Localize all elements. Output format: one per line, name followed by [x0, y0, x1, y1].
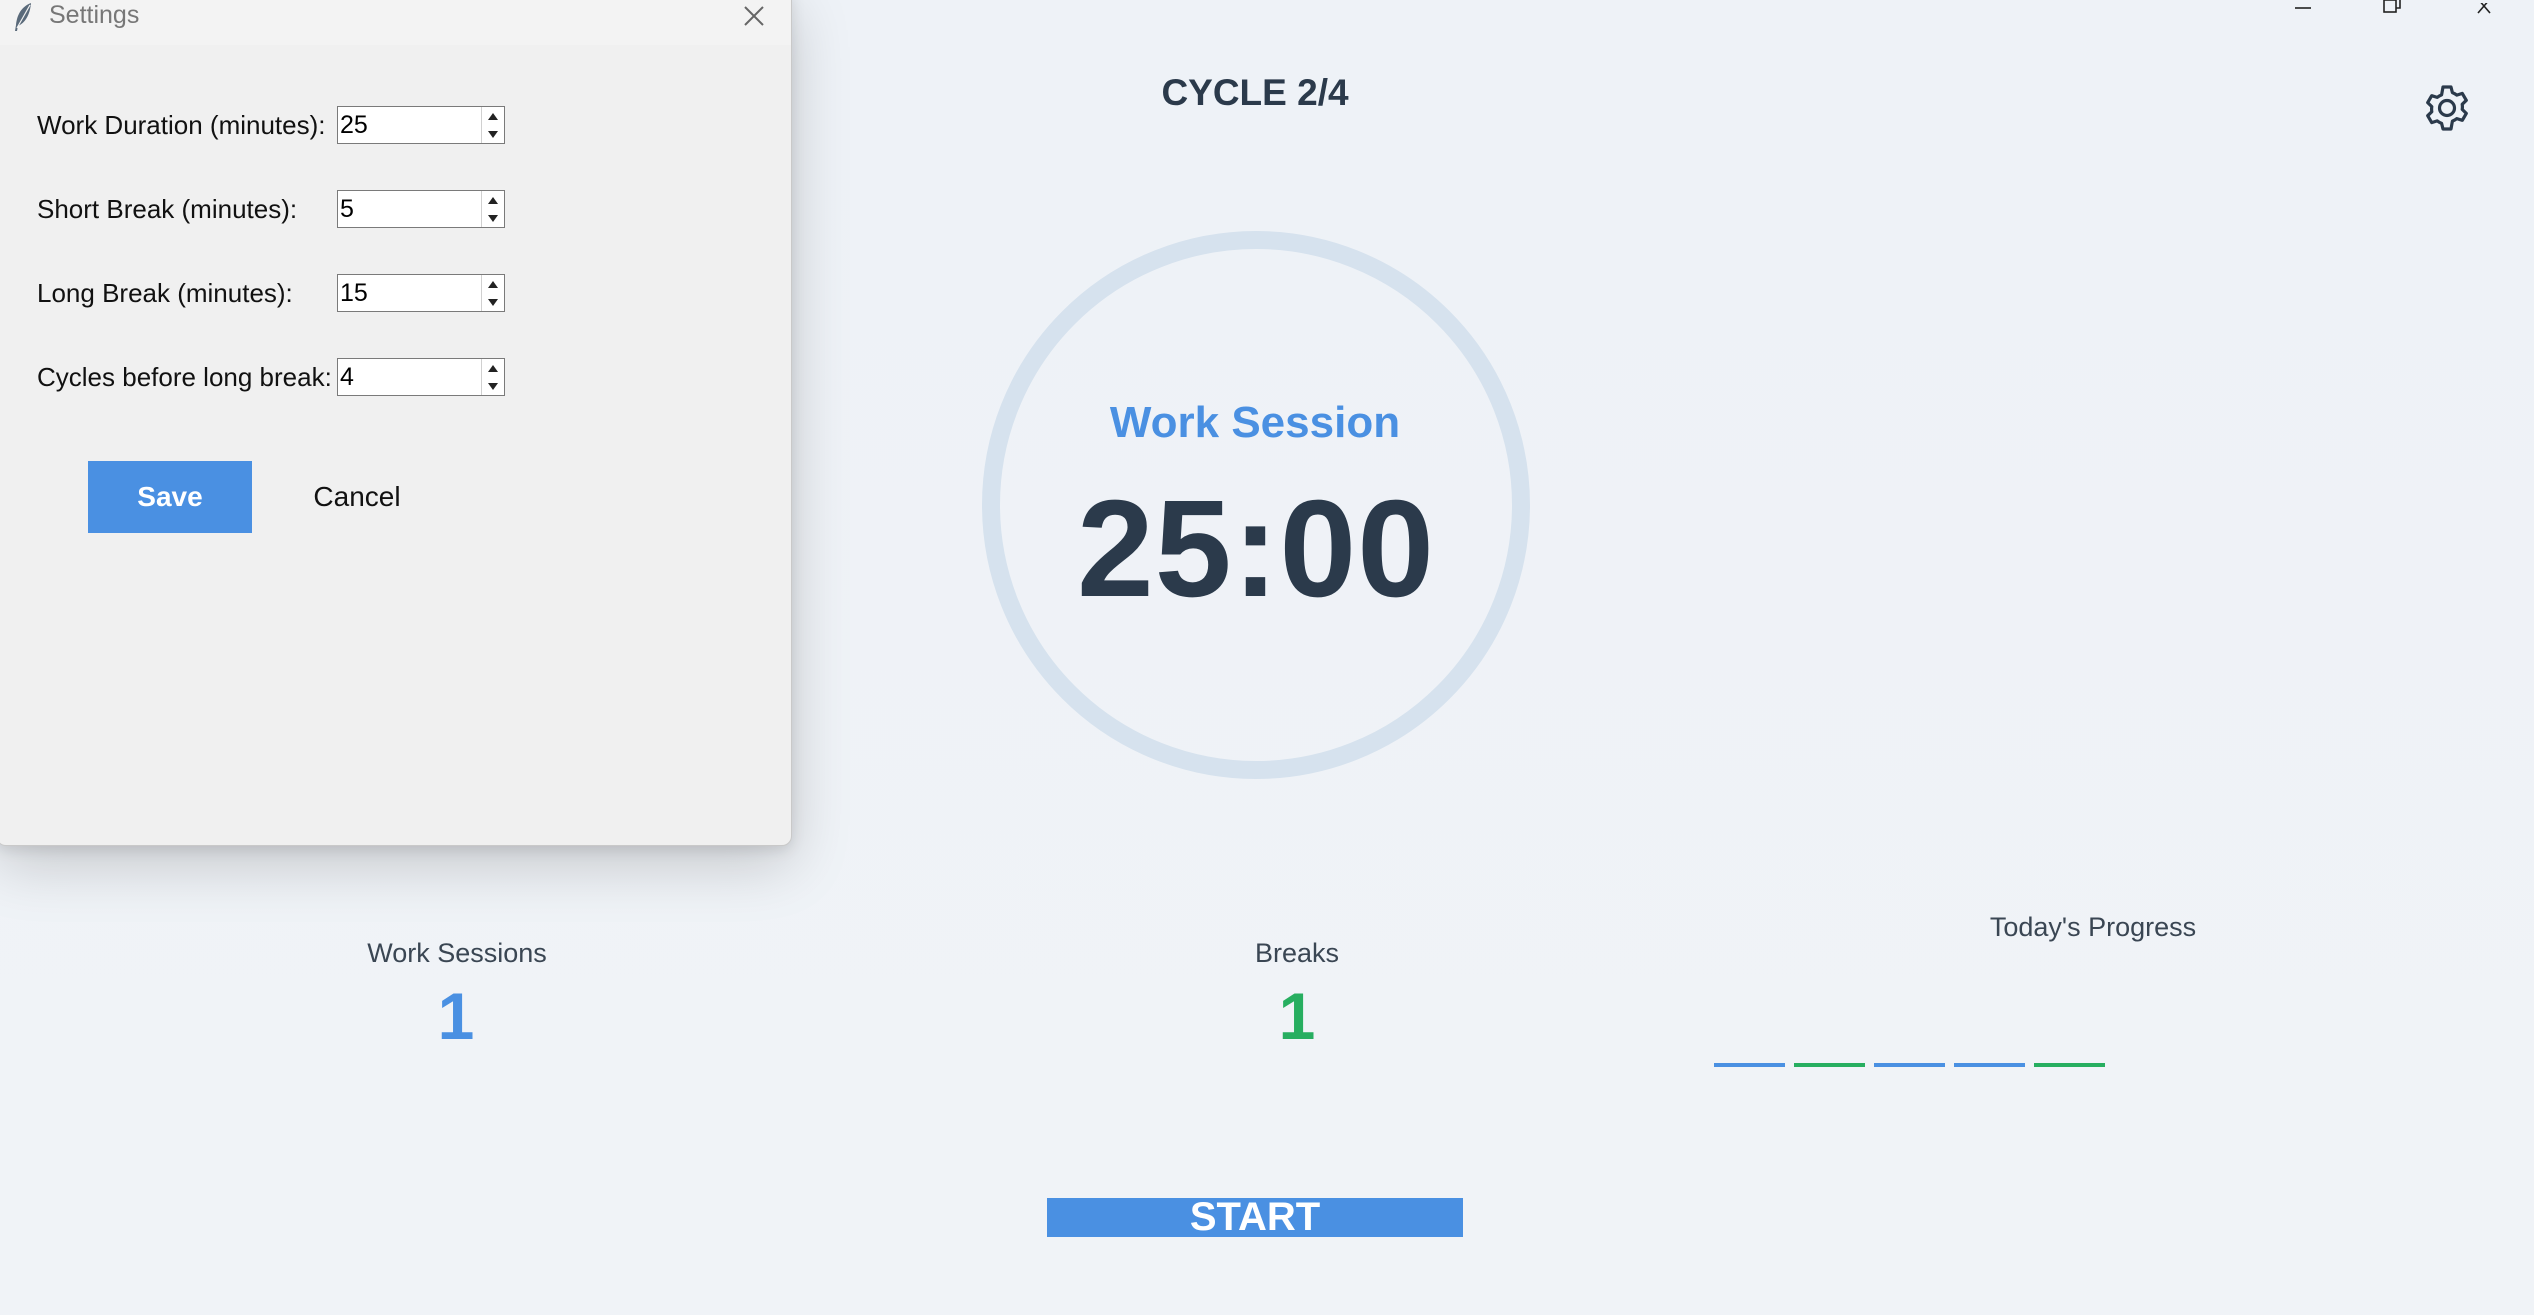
settings-dialog: Settings Work Duration (minutes): Short … [0, 0, 792, 846]
restore-icon[interactable] [2373, 0, 2413, 20]
spin-arrows [481, 191, 504, 227]
spin-up-icon[interactable] [482, 275, 504, 293]
save-button[interactable]: Save [88, 461, 252, 533]
spin-down-icon[interactable] [482, 125, 504, 143]
close-icon[interactable] [2465, 0, 2505, 20]
long-break-input[interactable] [340, 278, 470, 308]
cycles-label: Cycles before long break: [37, 362, 332, 392]
spin-up-icon[interactable] [482, 191, 504, 209]
short-break-label: Short Break (minutes): [37, 194, 298, 224]
long-break-spinbox[interactable] [337, 274, 505, 312]
dialog-title: Settings [49, 1, 140, 29]
spin-arrows [481, 275, 504, 311]
minimize-icon[interactable] [2283, 0, 2323, 20]
work-sessions-count: 1 [437, 979, 475, 1053]
cancel-button[interactable]: Cancel [287, 461, 427, 533]
work-sessions-label: Work Sessions [367, 938, 547, 968]
spin-down-icon[interactable] [482, 209, 504, 227]
spin-down-icon[interactable] [482, 293, 504, 311]
gear-icon[interactable] [2422, 83, 2472, 133]
session-label: Work Session [1109, 398, 1401, 447]
progress-segment-break [1794, 1063, 1865, 1067]
progress-segment-work [1874, 1063, 1945, 1067]
progress-segment-work [1954, 1063, 2025, 1067]
cycles-spinbox[interactable] [337, 358, 505, 396]
cycles-input[interactable] [340, 362, 470, 392]
progress-segment-break [2034, 1063, 2105, 1067]
breaks-label: Breaks [1254, 938, 1340, 968]
spin-up-icon[interactable] [482, 359, 504, 377]
short-break-input[interactable] [340, 194, 470, 224]
timer-display: 25:00 [1077, 472, 1435, 626]
cycle-label: CYCLE 2/4 [1161, 72, 1349, 113]
work-duration-input[interactable] [340, 110, 470, 140]
dialog-titlebar[interactable]: Settings [0, 0, 791, 45]
long-break-label: Long Break (minutes): [37, 278, 293, 308]
spin-arrows [481, 359, 504, 395]
spin-down-icon[interactable] [482, 377, 504, 395]
work-duration-spinbox[interactable] [337, 106, 505, 144]
feather-icon [11, 1, 35, 33]
work-duration-label: Work Duration (minutes): [37, 110, 326, 140]
progress-segment-work [1714, 1063, 1785, 1067]
spin-up-icon[interactable] [482, 107, 504, 125]
close-icon[interactable] [737, 0, 771, 33]
short-break-spinbox[interactable] [337, 190, 505, 228]
start-button[interactable]: START [1047, 1197, 1463, 1237]
todays-progress-label: Today's Progress [1989, 912, 2197, 942]
pomodoro-app: CYCLE 2/4 Work Session 25:00 Work Sessio… [0, 0, 2534, 1315]
spin-arrows [481, 107, 504, 143]
breaks-count: 1 [1278, 979, 1316, 1053]
